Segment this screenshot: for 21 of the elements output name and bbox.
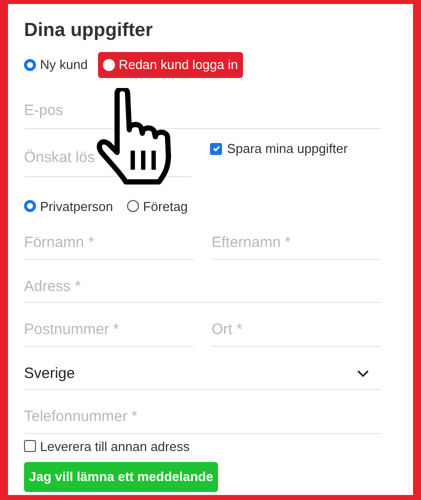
checkbox-label: Spara mina uppgifter [227, 140, 348, 158]
form-title: Dina uppgifter [24, 21, 153, 40]
radio-button[interactable] [126, 200, 139, 212]
radio-button[interactable] [24, 200, 36, 212]
checkbox[interactable] [210, 142, 222, 155]
input-field[interactable]: Förnamn * [24, 232, 194, 260]
checkbox-label: Leverera till annan adress [40, 438, 190, 456]
radio-label: Företag [142, 198, 188, 216]
radio-label: Ny kund [40, 56, 88, 74]
chevron-down-icon [357, 370, 369, 378]
country-select[interactable]: Sverige [24, 362, 381, 390]
input-field[interactable]: Efternamn * [212, 232, 381, 260]
input-field[interactable]: Telefonnummer * [24, 406, 381, 434]
radio-label: Redan kund logga in [118, 56, 238, 74]
radio-button[interactable] [24, 58, 36, 71]
input-field[interactable]: Adress * [24, 276, 381, 303]
input-field[interactable]: Postnummer * [24, 319, 194, 346]
radio-button[interactable] [102, 58, 115, 71]
checkbox[interactable] [24, 440, 36, 452]
input-field[interactable]: Ort * [212, 319, 381, 346]
radio-label: Privatperson [40, 198, 113, 216]
